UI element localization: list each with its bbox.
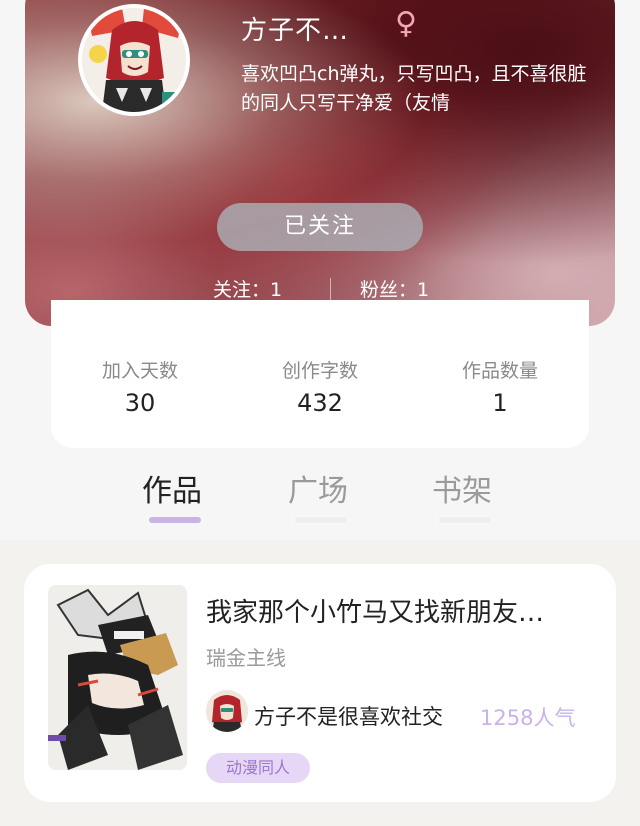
tab-plaza[interactable]: 广场: [288, 466, 348, 510]
work-cover-image[interactable]: [48, 585, 187, 770]
work-card[interactable]: 我家那个小竹马又找新朋友… 瑞金主线 方子不是很喜欢社交 1258人气 动漫同人: [24, 564, 616, 802]
stat-join-days: 加入天数 30: [50, 356, 230, 417]
stat-label: 加入天数: [101, 360, 178, 382]
stat-label: 作品数量: [461, 360, 538, 382]
stat-word-count: 创作字数 432: [230, 356, 410, 417]
work-title[interactable]: 我家那个小竹马又找新朋友…: [206, 592, 606, 629]
follow-divider: [330, 278, 331, 300]
stat-work-count: 作品数量 1: [410, 356, 590, 417]
gender-female-icon: ♀: [395, 6, 417, 41]
profile-avatar[interactable]: [78, 4, 190, 116]
popularity-count: 1258人气: [480, 706, 576, 730]
stat-value: 30: [124, 389, 156, 417]
fans-count[interactable]: 粉丝：1: [360, 275, 429, 302]
follow-button[interactable]: 已关注: [217, 203, 423, 251]
author-avatar[interactable]: [206, 690, 248, 732]
work-subtitle: 瑞金主线: [206, 646, 286, 670]
author-name[interactable]: 方子不是很喜欢社交: [254, 701, 443, 731]
cover-illustration: [48, 585, 187, 770]
profile-name: 方子不…: [241, 16, 350, 46]
stat-label: 创作字数: [281, 360, 358, 382]
tab-works[interactable]: 作品: [142, 466, 202, 510]
stat-value: 432: [297, 389, 343, 417]
tab-plaza-indicator: [295, 517, 347, 523]
tab-bookshelf-indicator: [439, 517, 491, 523]
category-tag[interactable]: 动漫同人: [206, 753, 310, 783]
tab-works-indicator: [149, 517, 201, 523]
stat-value: 1: [492, 389, 508, 417]
author-avatar-illustration: [206, 690, 248, 732]
tab-bookshelf[interactable]: 书架: [432, 466, 492, 510]
profile-bio: 喜欢凹凸ch弹丸，只写凹凸，且不喜很脏的同人只写干净爱（友情: [241, 63, 587, 114]
stats-card: 加入天数 30 创作字数 432 作品数量 1: [51, 300, 589, 448]
following-count[interactable]: 关注：1: [213, 275, 282, 302]
avatar-illustration: [82, 8, 186, 112]
